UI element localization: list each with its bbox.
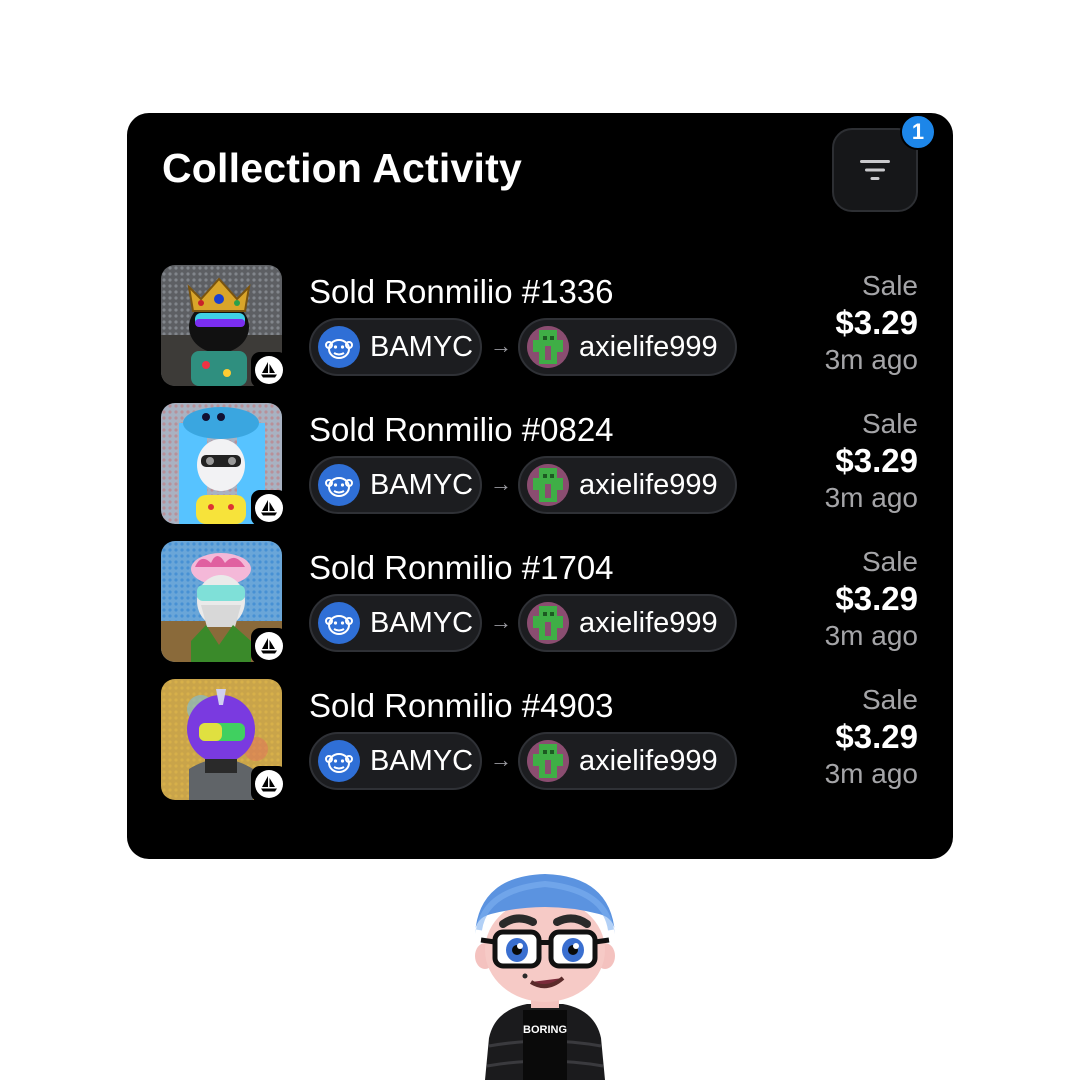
seller-name: BAMYC [370,606,474,639]
seller-chip[interactable]: BAMYC [309,456,482,514]
sailboat-icon [261,776,277,792]
sailboat-icon [261,638,277,654]
arrow-right-icon: → [490,747,512,772]
activity-price: $3.29 [835,442,918,479]
bamyc-avatar [318,326,360,368]
activity-time: 3m ago [824,482,918,513]
activity-time: 3m ago [824,620,918,651]
activity-row[interactable]: Sold Ronmilio #4903 BAMYC → axielife999 … [127,677,953,815]
axie-avatar [527,602,569,644]
buyer-chip[interactable]: axielife999 [518,318,737,376]
arrow-right-icon: → [490,471,512,496]
buyer-chip[interactable]: axielife999 [518,732,737,790]
activity-title: Sold Ronmilio #1336 [309,273,614,310]
sailboat-icon [261,500,277,516]
seller-chip[interactable]: BAMYC [309,594,482,652]
seller-chip[interactable]: BAMYC [309,732,482,790]
activity-meta: Sale $3.29 3m ago [825,545,918,653]
axie-pixel-icon [527,464,569,506]
activity-meta: Sale $3.29 3m ago [825,269,918,377]
sailboat-icon [261,362,277,378]
marketplace-badge [251,766,287,802]
marketplace-badge [251,490,287,526]
activity-row[interactable]: Sold Ronmilio #1704 BAMYC → axielife999 … [127,539,953,677]
seller-name: BAMYC [370,330,474,363]
buyer-chip[interactable]: axielife999 [518,456,737,514]
arrow-right-icon: → [490,609,512,634]
ape-icon [325,339,353,359]
axie-pixel-icon [527,602,569,644]
activity-type: Sale [861,684,918,715]
activity-price: $3.29 [835,718,918,755]
page: Collection Activity 1 Sold Ronmilio #133… [0,0,1080,1080]
shirt-text: BORING [523,1024,567,1036]
ape-icon [325,753,353,773]
bamyc-avatar [318,464,360,506]
activity-price: $3.29 [835,304,918,341]
activity-time: 3m ago [824,758,918,789]
arrow-right-icon: → [490,333,512,358]
marketplace-badge [251,628,287,664]
axie-avatar [527,464,569,506]
card-title: Collection Activity [162,145,522,191]
collection-activity-card: Collection Activity 1 Sold Ronmilio #133… [127,113,953,859]
buyer-name: axielife999 [579,744,718,777]
ape-icon [325,477,353,497]
activity-row[interactable]: Sold Ronmilio #0824 BAMYC → axielife999 … [127,401,953,539]
activity-type: Sale [861,270,918,301]
activity-time: 3m ago [824,344,918,375]
activity-type: Sale [861,408,918,439]
buyer-name: axielife999 [579,606,718,639]
buyer-name: axielife999 [579,330,718,363]
axie-pixel-icon [527,326,569,368]
bamyc-avatar [318,602,360,644]
buyer-name: axielife999 [579,468,718,501]
activity-type: Sale [861,546,918,577]
seller-name: BAMYC [370,744,474,777]
axie-avatar [527,326,569,368]
ape-icon [325,615,353,635]
seller-chip[interactable]: BAMYC [309,318,482,376]
seller-name: BAMYC [370,468,474,501]
bamyc-avatar [318,740,360,782]
buyer-chip[interactable]: axielife999 [518,594,737,652]
activity-meta: Sale $3.29 3m ago [825,407,918,515]
activity-meta: Sale $3.29 3m ago [825,683,918,791]
axie-avatar [527,740,569,782]
filter-count-badge: 1 [900,114,936,150]
marketplace-badge [251,352,287,388]
axie-pixel-icon [527,740,569,782]
activity-title: Sold Ronmilio #4903 [309,687,614,724]
mascot-avatar: BORING [465,870,625,1080]
activity-price: $3.29 [835,580,918,617]
activity-row[interactable]: Sold Ronmilio #1336 BAMYC → axielife999 … [127,263,953,401]
filter-icon [860,160,890,180]
activity-title: Sold Ronmilio #0824 [309,411,614,448]
activity-list: Sold Ronmilio #1336 BAMYC → axielife999 … [127,263,953,815]
activity-title: Sold Ronmilio #1704 [309,549,614,586]
filter-button[interactable]: 1 [832,114,936,212]
